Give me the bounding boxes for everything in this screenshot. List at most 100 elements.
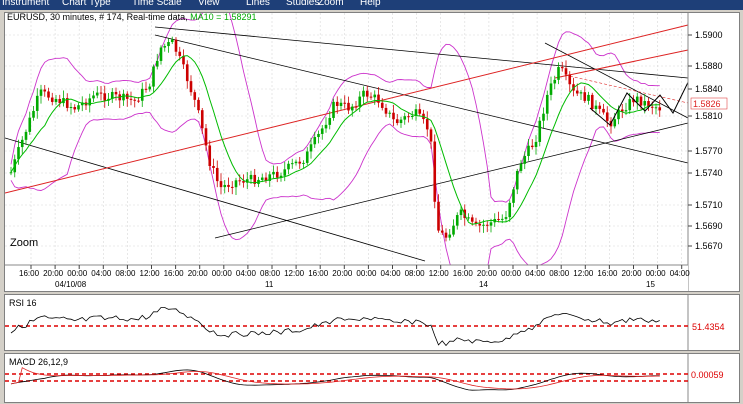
candle-body <box>178 51 182 56</box>
candle-body <box>114 91 118 95</box>
candle-body <box>508 202 512 218</box>
candle-body <box>399 119 403 124</box>
candle-body <box>459 209 463 216</box>
candle-body <box>590 94 594 110</box>
candle-body <box>185 64 189 82</box>
candle-body <box>542 113 545 121</box>
candle-body <box>88 98 92 106</box>
candle-body <box>448 234 452 238</box>
menu-chart-type[interactable]: Chart Type <box>62 0 111 9</box>
time-tick-label: 00:00 <box>646 269 667 278</box>
candle-body <box>298 161 302 164</box>
candle-body <box>287 163 290 170</box>
trend-line <box>154 34 689 164</box>
date-label: 15 <box>646 280 655 289</box>
time-tick-label: 20:00 <box>477 269 498 278</box>
projection-path <box>589 67 696 126</box>
price-tick-label: 1.5810 <box>695 111 723 121</box>
price-tick-label: 1.5690 <box>695 221 723 231</box>
rsi-chart[interactable]: RSI 16 51.4354 <box>5 295 739 350</box>
candle-body <box>650 106 654 108</box>
candle-body <box>545 94 549 114</box>
candle-body <box>155 60 159 67</box>
candle-body <box>658 107 662 111</box>
menu-view[interactable]: View <box>198 0 220 9</box>
candle-body <box>373 94 377 98</box>
candle-body <box>28 117 32 132</box>
candle-body <box>388 112 392 114</box>
candle-body <box>564 68 568 75</box>
time-tick-label: 16:00 <box>453 269 474 278</box>
candle-body <box>137 100 140 102</box>
candle-body <box>77 105 80 110</box>
candle-body <box>140 88 144 101</box>
bollinger-upper <box>10 13 660 203</box>
macd-panel[interactable]: MACD 26,12,9 0.00059 <box>4 353 740 403</box>
candle-body <box>350 106 354 111</box>
candle-body <box>275 171 279 178</box>
candle-body <box>290 163 294 165</box>
candle-body <box>339 102 343 106</box>
date-label: 04/10/08 <box>55 280 87 289</box>
candle-body <box>392 112 395 120</box>
time-tick-label: 04:00 <box>236 269 257 278</box>
candle-body <box>73 107 77 110</box>
candle-body <box>35 95 39 111</box>
candle-body <box>99 92 103 94</box>
price-chart-panel[interactable]: 1.5900 1.5880 1.5840 1.5810 1.5770 1.5740 1.57… <box>4 12 740 292</box>
menu-help[interactable]: Help <box>360 0 381 9</box>
candle-body <box>519 163 523 171</box>
time-tick-label: 04:00 <box>381 269 402 278</box>
candle-body <box>215 167 219 182</box>
candle-body <box>354 106 358 108</box>
candle-body <box>583 92 587 101</box>
time-tick-label: 20:00 <box>332 269 353 278</box>
menu-time-scale[interactable]: Time Scale <box>132 0 182 9</box>
candle-body <box>133 99 137 101</box>
candle-body <box>294 161 298 164</box>
menu-instrument[interactable]: Instrument <box>2 0 49 9</box>
time-tick-label: 00:00 <box>212 269 233 278</box>
time-tick-label: 12:00 <box>140 269 161 278</box>
candle-body <box>523 156 527 164</box>
candle-body <box>320 128 324 134</box>
trend-line <box>154 26 689 79</box>
candle-body <box>530 145 534 148</box>
candle-body <box>39 89 43 96</box>
candle-body <box>24 131 28 140</box>
candle-body <box>347 102 350 111</box>
candle-body <box>159 47 163 61</box>
bollinger-bands <box>10 13 660 291</box>
price-tick-label: 1.5900 <box>695 30 723 40</box>
candle-body <box>433 141 437 202</box>
candle-body <box>238 180 242 182</box>
candle-body <box>444 232 448 238</box>
candle-body <box>230 186 234 188</box>
candle-body <box>223 184 227 188</box>
candle-body <box>470 217 474 222</box>
macd-chart[interactable]: MACD 26,12,9 0.00059 <box>5 354 739 402</box>
price-chart[interactable]: 1.5900 1.5880 1.5840 1.5810 1.5770 1.5740 1.57… <box>5 13 739 291</box>
candle-body <box>478 223 482 226</box>
menu-studies[interactable]: Studies <box>286 0 319 9</box>
menu-zoom[interactable]: Zoom <box>318 0 344 9</box>
candle-body <box>317 133 320 138</box>
candle-body <box>500 218 504 220</box>
candle-body <box>639 96 643 106</box>
rsi-panel[interactable]: RSI 16 51.4354 <box>4 294 740 351</box>
candle-body <box>174 39 178 52</box>
menu-lines[interactable]: Lines <box>246 0 270 9</box>
candle-body <box>643 101 647 106</box>
candle-body <box>32 110 35 118</box>
candle-body <box>365 90 369 97</box>
candle-body <box>152 66 155 87</box>
candle-body <box>549 83 553 95</box>
red-channel-line <box>554 49 689 79</box>
candle-body <box>332 101 335 118</box>
candle-body <box>50 97 54 102</box>
time-tick-label: 08:00 <box>549 269 570 278</box>
candle-body <box>283 169 287 176</box>
candle-body <box>407 116 410 118</box>
time-tick-label: 08:00 <box>405 269 426 278</box>
time-tick-label: 20:00 <box>188 269 209 278</box>
